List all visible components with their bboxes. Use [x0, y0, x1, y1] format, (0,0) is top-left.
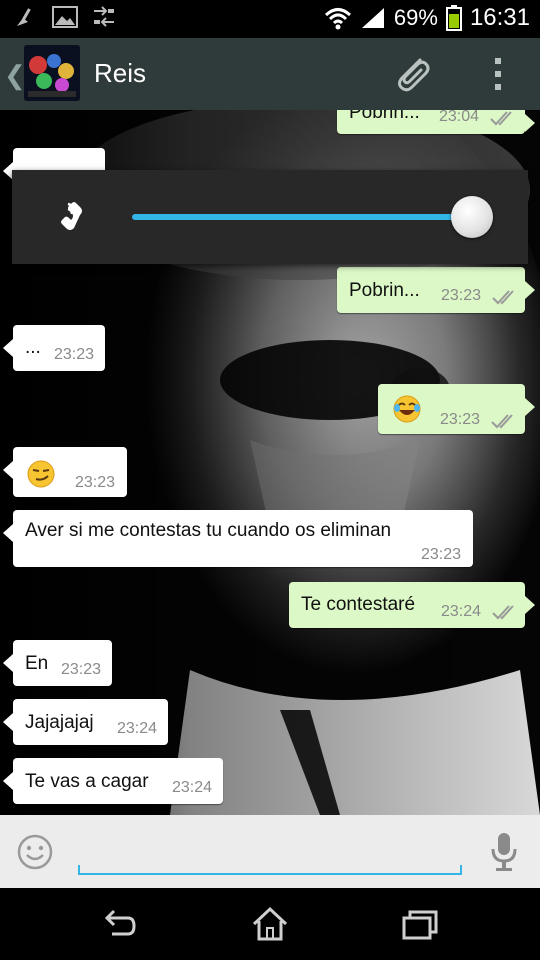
- system-nav-bar: [0, 888, 540, 960]
- message-bubble-incoming[interactable]: En 23:23: [3, 640, 112, 686]
- message-text: Jajajajaj: [25, 712, 94, 733]
- message-bubble-incoming[interactable]: ... 23:23: [3, 325, 105, 371]
- message-bubble-incoming[interactable]: Te vas a cagar 23:24: [3, 758, 223, 804]
- home-icon[interactable]: [248, 904, 292, 944]
- message-bubble-incoming[interactable]: 23:23: [3, 447, 127, 497]
- input-underline-left: [78, 865, 80, 875]
- contact-name[interactable]: Reis: [94, 58, 146, 89]
- wifi-icon: [324, 8, 351, 30]
- message-time: 23:23: [421, 546, 462, 563]
- recent-apps-icon[interactable]: [398, 904, 442, 944]
- message-time: 23:24: [117, 720, 158, 737]
- face-with-tears-of-joy-icon: [393, 395, 421, 423]
- double-check-icon: [492, 605, 514, 620]
- volume-panel: [12, 170, 528, 264]
- message-input[interactable]: [78, 829, 466, 879]
- double-check-icon: [492, 290, 514, 305]
- message-time: 23:23: [440, 411, 481, 428]
- gallery-icon: [52, 6, 78, 28]
- microphone-icon[interactable]: [488, 831, 520, 873]
- status-bar: 69% 16:31: [0, 0, 540, 38]
- input-underline-right: [460, 865, 462, 875]
- attach-icon[interactable]: [390, 52, 434, 96]
- overflow-menu-icon[interactable]: [488, 54, 508, 94]
- message-text: Pobrin...: [349, 110, 420, 123]
- message-bubble-outgoing[interactable]: Te contestaré 23:24: [289, 582, 535, 628]
- back-icon[interactable]: [98, 904, 142, 944]
- composer-bar: [0, 815, 540, 888]
- message-bubble-outgoing[interactable]: 23:23: [378, 384, 535, 434]
- message-text: Pobrin...: [349, 280, 420, 301]
- smiley-icon[interactable]: [16, 833, 54, 871]
- input-underline: [78, 873, 462, 875]
- battery-percent: 69%: [393, 5, 438, 30]
- message-bubble-incoming[interactable]: Jajajajaj 23:24: [3, 699, 168, 745]
- message-time: 23:23: [54, 346, 95, 363]
- message-time: 23:24: [441, 603, 482, 620]
- message-text: Te contestaré: [301, 594, 416, 615]
- message-time: 23:24: [172, 779, 213, 796]
- message-bubble-outgoing[interactable]: Pobrin... 23:04: [337, 110, 535, 134]
- phone-call-volume-icon: [61, 202, 82, 230]
- double-check-icon: [490, 111, 512, 126]
- avatar[interactable]: [24, 45, 80, 101]
- message-time: 23:04: [439, 110, 480, 125]
- action-bar: ❮ Reis: [0, 38, 540, 112]
- message-text: En: [25, 653, 49, 674]
- message-time: 23:23: [61, 661, 102, 678]
- message-text: Te vas a cagar: [25, 771, 149, 792]
- message-time: 23:23: [75, 474, 116, 491]
- message-text: ...: [25, 337, 41, 358]
- message-time: 23:23: [441, 287, 482, 304]
- message-text: Aver si me contestas tu cuando os elimin…: [25, 520, 392, 541]
- data-sync-icon: [94, 6, 114, 27]
- status-left-icons: [14, 6, 116, 28]
- cleaner-icon: [17, 8, 31, 26]
- battery-icon: [445, 5, 462, 31]
- signal-icon: [361, 8, 384, 28]
- status-right-icons: 69% 16:31: [324, 4, 530, 32]
- message-bubble-incoming[interactable]: Aver si me contestas tu cuando os elimin…: [3, 510, 473, 567]
- back-chevron-icon[interactable]: ❮: [4, 60, 26, 91]
- volume-slider-thumb[interactable]: [451, 196, 493, 238]
- volume-slider-track[interactable]: [132, 214, 472, 220]
- double-check-icon: [491, 414, 513, 429]
- message-bubble-outgoing[interactable]: Pobrin... 23:23: [337, 267, 535, 313]
- smirking-face-icon: [27, 460, 55, 488]
- clock: 16:31: [469, 4, 530, 31]
